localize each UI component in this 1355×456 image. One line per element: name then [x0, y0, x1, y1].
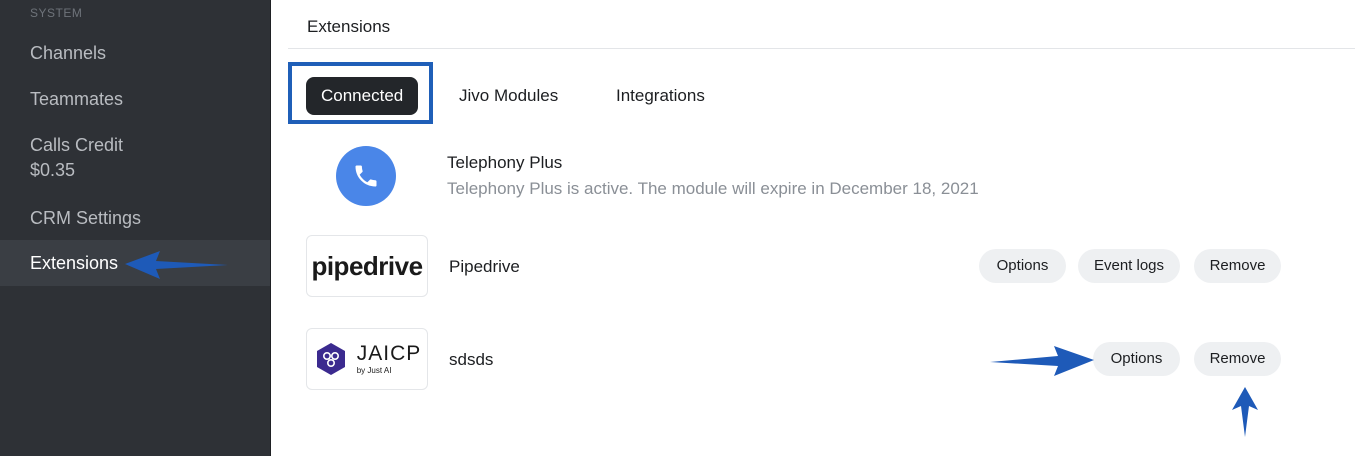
jaicp-logo-subtext: by Just AI	[356, 366, 392, 375]
page-title: Extensions	[307, 17, 391, 36]
tab-connected[interactable]: Connected	[306, 77, 419, 115]
main-content: Extensions Connected Jivo Modules Integr…	[270, 0, 1355, 456]
title-divider	[288, 48, 1355, 49]
sidebar: SYSTEM Channels Teammates Calls Credit $…	[0, 0, 271, 456]
extension-name: Telephony Plus	[447, 153, 563, 172]
jaicp-logo-text: JAICP	[356, 342, 422, 365]
sidebar-item-channels[interactable]: Channels	[0, 38, 270, 68]
remove-button[interactable]: Remove	[1194, 342, 1281, 376]
extension-name: Pipedrive	[449, 257, 520, 276]
event-logs-button[interactable]: Event logs	[1078, 249, 1180, 283]
remove-button[interactable]: Remove	[1194, 249, 1281, 283]
pipedrive-logo-text: pipedrive	[311, 250, 423, 281]
tab-integrations[interactable]: Integrations	[616, 77, 705, 115]
options-button[interactable]: Options	[979, 249, 1066, 283]
pipedrive-logo: pipedrive	[306, 235, 428, 297]
extension-name: sdsds	[449, 350, 494, 369]
sidebar-item-teammates[interactable]: Teammates	[0, 84, 270, 114]
sidebar-item-calls-credit[interactable]: Calls Credit $0.35	[0, 130, 270, 188]
tab-jivo-modules[interactable]: Jivo Modules	[459, 77, 558, 115]
sidebar-item-label: Calls Credit	[30, 135, 124, 155]
jaicp-logo: JAICP by Just AI	[306, 328, 428, 390]
sidebar-section-label: SYSTEM	[30, 6, 83, 20]
phone-icon	[355, 165, 377, 187]
telephony-logo	[336, 146, 396, 206]
sidebar-item-extensions[interactable]: Extensions	[0, 240, 270, 286]
options-button[interactable]: Options	[1093, 342, 1180, 376]
jaicp-emblem-icon	[316, 343, 345, 375]
sidebar-item-crm-settings[interactable]: CRM Settings	[0, 203, 270, 233]
extension-status: Telephony Plus is active. The module wil…	[447, 179, 979, 198]
calls-credit-balance: $0.35	[30, 160, 76, 180]
